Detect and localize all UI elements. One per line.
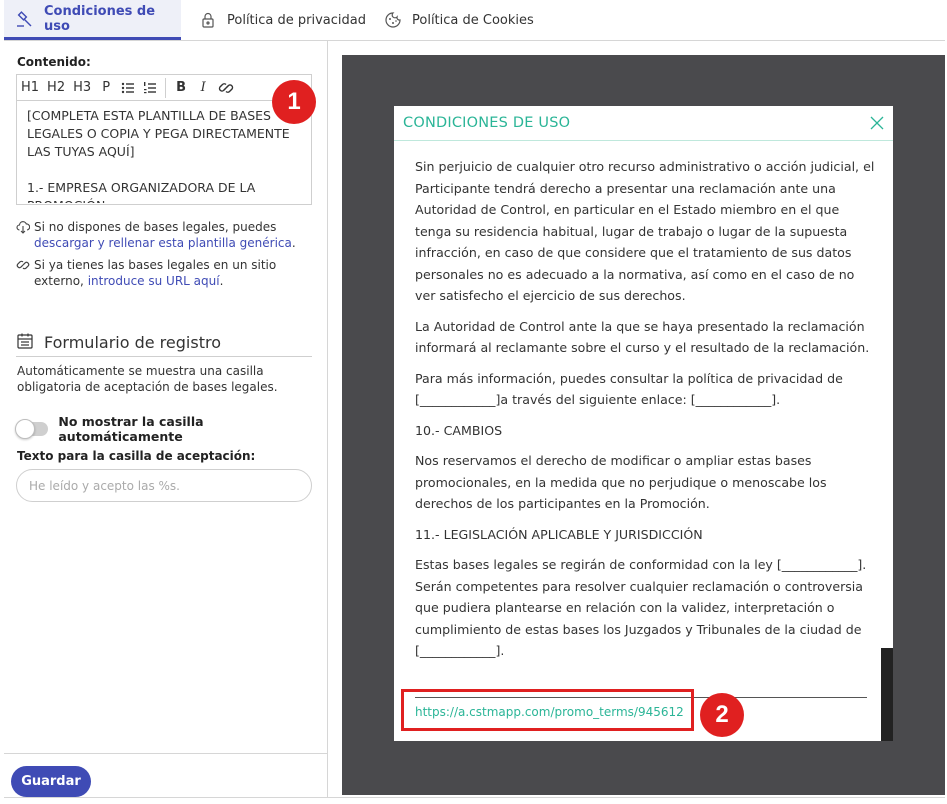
terms-paragraph: Nos reservamos el derecho de modificar o… (415, 453, 827, 511)
modal-scrollbar[interactable] (881, 648, 893, 741)
rich-text-editor[interactable]: H1 H2 H3 P B I [COMPLETA ESTA PLANTILLA … (16, 74, 312, 205)
tab-politica-de-privacidad[interactable]: Política de privacidad (199, 0, 366, 40)
terms-heading: 11.- LEGISLACIÓN APLICABLE Y JURISDICCIÓ… (415, 526, 703, 542)
editor-toolbar: H1 H2 H3 P B I (17, 75, 311, 101)
tab-label: Política de Cookies (412, 12, 534, 28)
auto-checkbox-toggle-row: No mostrar la casilla automáticamente (15, 414, 327, 444)
editor-paragraph: 1.- EMPRESA ORGANIZADORA DE LA PROMOCIÓN (27, 180, 256, 203)
save-button[interactable]: Guardar (11, 766, 91, 797)
terms-paragraph: Sin perjuicio de cualquier otro recurso … (415, 159, 875, 303)
auto-checkbox-toggle[interactable] (15, 419, 49, 439)
tab-label: Política de privacidad (227, 12, 366, 28)
cookie-icon (384, 11, 402, 29)
tab-condiciones-de-uso[interactable]: Condiciones de uso (4, 0, 181, 40)
h1-button[interactable]: H1 (21, 78, 39, 98)
toggle-label: No mostrar la casilla automáticamente (58, 414, 204, 444)
settings-panel: Contenido: H1 H2 H3 P B I [COMPLETA ESTA… (4, 41, 328, 798)
tab-politica-de-cookies[interactable]: Política de Cookies (384, 0, 534, 40)
terms-paragraph: Para más información, puedes consultar l… (415, 370, 843, 408)
bottom-border (4, 797, 945, 798)
italic-button[interactable]: I (196, 78, 210, 98)
registration-form-header: Formulario de registro (16, 329, 312, 357)
annotation-highlight-box (401, 689, 694, 731)
content-label: Contenido: (17, 55, 91, 69)
template-info: Si no dispones de bases legales, puedes … (16, 219, 316, 251)
terms-paragraph: Estas bases legales se regirán de confor… (415, 557, 867, 658)
link-icon[interactable] (218, 78, 234, 98)
toggle-knob (15, 419, 35, 439)
cloud-download-icon (16, 220, 34, 251)
template-info-text: Si no dispones de bases legales, puedes … (34, 220, 296, 250)
modal-header: CONDICIONES DE USO (394, 106, 893, 141)
annotation-badge-1: 1 (272, 80, 316, 124)
terms-heading: 10.- CAMBIOS (415, 422, 503, 438)
modal-title: CONDICIONES DE USO (403, 115, 571, 131)
download-template-link[interactable]: descargar y rellenar esta plantilla gené… (34, 236, 292, 250)
tab-label: Condiciones de uso (44, 3, 156, 34)
toolbar-divider (165, 77, 167, 98)
accept-text-label: Texto para la casilla de aceptación: (17, 449, 256, 463)
numbered-list-icon[interactable] (143, 78, 157, 98)
terms-modal: CONDICIONES DE USO Sin perjuicio de cual… (394, 106, 893, 741)
link-icon (16, 258, 34, 289)
external-url-info: Si ya tienes las bases legales en un sit… (16, 257, 316, 289)
editor-paragraph: [COMPLETA ESTA PLANTILLA DE BASES LEGALE… (27, 108, 290, 159)
registration-form-title: Formulario de registro (44, 333, 221, 352)
registration-form-description: Automáticamente se muestra una casilla o… (17, 364, 278, 394)
tab-bar: Condiciones de uso Política de privacida… (4, 0, 945, 41)
panel-footer: Guardar (4, 753, 327, 798)
terms-paragraph: La Autoridad de Control ante la que se h… (415, 318, 870, 356)
h2-button[interactable]: H2 (47, 78, 65, 98)
accept-text-input[interactable] (16, 469, 312, 502)
paragraph-button[interactable]: P (99, 78, 113, 98)
close-icon[interactable] (869, 115, 885, 131)
h3-button[interactable]: H3 (73, 78, 91, 98)
enter-url-link[interactable]: introduce su URL aquí (88, 274, 220, 288)
modal-body: Sin perjuicio de cualquier otro recurso … (415, 156, 875, 671)
bold-button[interactable]: B (174, 78, 188, 98)
bullet-list-icon[interactable] (121, 78, 135, 98)
external-url-text: Si ya tienes las bases legales en un sit… (34, 258, 277, 288)
lock-icon (199, 11, 217, 29)
gavel-icon (16, 10, 34, 28)
calendar-icon (16, 332, 44, 354)
editor-content[interactable]: [COMPLETA ESTA PLANTILLA DE BASES LEGALE… (27, 107, 297, 203)
annotation-badge-2: 2 (700, 693, 744, 737)
